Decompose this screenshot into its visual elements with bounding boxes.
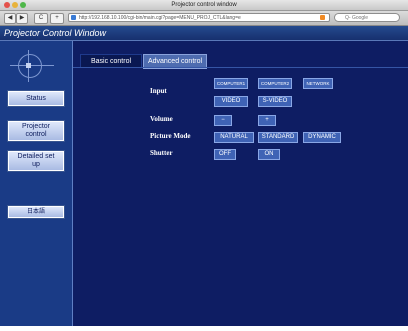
logo-line [10, 65, 54, 66]
sidebar-item-label: 日本語 [26, 209, 45, 215]
shutter-off-button[interactable]: OFF [214, 149, 236, 160]
search-input[interactable]: Q- Google [334, 13, 400, 22]
volume-down-button[interactable]: − [214, 115, 232, 126]
rss-icon[interactable] [320, 15, 325, 20]
sidebar [0, 41, 73, 326]
volume-label: Volume [150, 115, 173, 123]
logo-center-icon [26, 63, 31, 68]
sidebar-item-language[interactable]: 日本語 [7, 205, 65, 219]
picture-mode-standard-button[interactable]: STANDARD [258, 132, 298, 143]
sidebar-item-label: Status [26, 94, 46, 102]
sidebar-item-projector-control[interactable]: Projector control [7, 120, 65, 142]
picture-mode-natural-button[interactable]: NATURAL [214, 132, 254, 143]
sidebar-item-status[interactable]: Status [7, 90, 65, 107]
add-bookmark-button[interactable]: + [50, 13, 64, 24]
input-computer1-button[interactable]: COMPUTER1 [214, 78, 248, 89]
input-computer2-button[interactable]: COMPUTER2 [258, 78, 292, 89]
shutter-on-button[interactable]: ON [258, 149, 280, 160]
input-network-button[interactable]: NETWORK [303, 78, 333, 89]
sidebar-item-label: Detailed set up [17, 153, 55, 168]
picture-mode-label: Picture Mode [150, 132, 191, 140]
sidebar-item-detailed-set-up[interactable]: Detailed set up [7, 150, 65, 172]
input-label: Input [150, 87, 167, 95]
tab-divider [73, 67, 408, 68]
tab-basic-control[interactable]: Basic control [80, 54, 142, 68]
reload-button[interactable]: C [34, 13, 48, 24]
page-title: Projector Control Window [4, 28, 106, 38]
forward-button[interactable]: ▶ [16, 13, 28, 24]
volume-up-button[interactable]: + [258, 115, 276, 126]
address-bar[interactable]: http://192.168.10.100/cgi-bin/main.cgi?p… [68, 13, 330, 22]
window-title: Projector control window [171, 2, 237, 8]
input-video-button[interactable]: VIDEO [214, 96, 248, 107]
sidebar-item-label: Projector control [21, 123, 50, 138]
back-button[interactable]: ◀ [4, 13, 16, 24]
site-icon [71, 15, 76, 20]
input-svideo-button[interactable]: S-VIDEO [258, 96, 292, 107]
shutter-label: Shutter [150, 149, 173, 157]
picture-mode-dynamic-button[interactable]: DYNAMIC [303, 132, 341, 143]
